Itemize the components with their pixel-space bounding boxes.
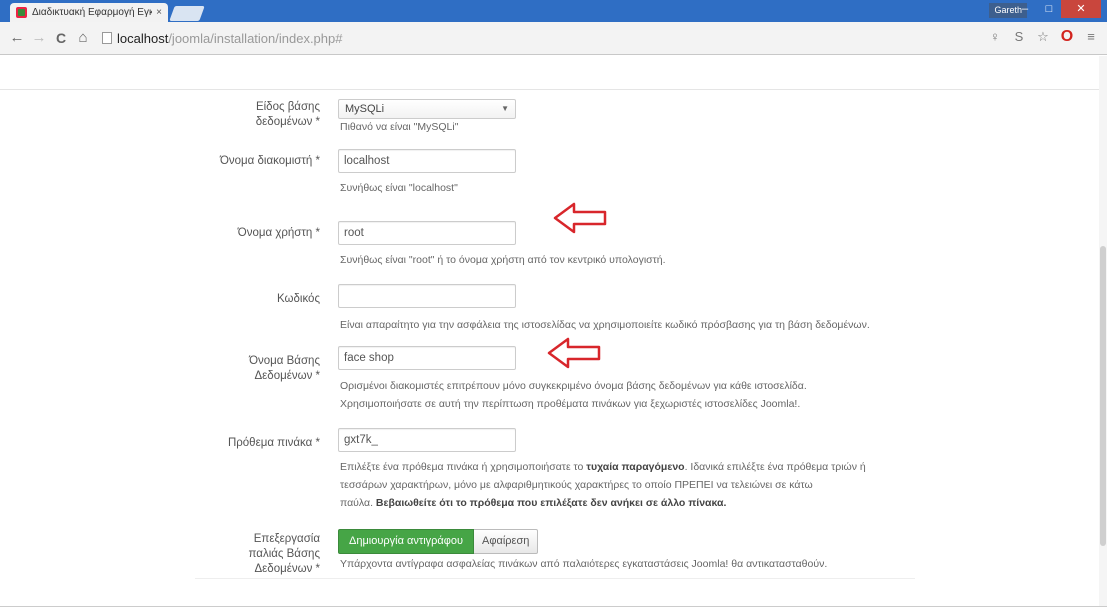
opera-icon[interactable]: O (1059, 28, 1075, 46)
host-input[interactable]: localhost (338, 149, 516, 173)
prefix-label: Πρόθεμα πινάκα * (227, 437, 320, 449)
username-label: Όνομα χρήστη * (237, 227, 320, 239)
joomla-favicon-icon (16, 7, 27, 18)
back-button[interactable]: ← (8, 28, 26, 48)
scrollbar[interactable] (1099, 56, 1107, 606)
browser-toolbar: ← → C ⌂ localhost /joomla/installation/i… (0, 22, 1107, 55)
address-bar[interactable]: localhost /joomla/installation/index.php… (102, 31, 342, 46)
prefix-help-1b: τυχαία παραγόμενο (586, 461, 685, 473)
username-input[interactable]: root (338, 221, 516, 245)
scrollbar-thumb[interactable] (1100, 246, 1106, 546)
divider (0, 89, 1107, 90)
db-type-label: Είδος βάσης δεδομένων * (255, 101, 320, 128)
new-tab-button[interactable] (169, 6, 205, 21)
close-window-button[interactable]: ✕ (1061, 0, 1101, 18)
host-label: Όνομα διακομιστή * (219, 155, 320, 167)
remove-button[interactable]: Αφαίρεση (474, 529, 539, 554)
bookmark-star-icon[interactable]: ☆ (1035, 28, 1051, 46)
backup-button[interactable]: Δημιουργία αντιγράφου (338, 529, 475, 554)
url-path: /joomla/installation/index.php# (168, 30, 343, 46)
host-help: Συνήθως είναι "localhost" (340, 182, 458, 194)
old-db-toggle: Δημιουργία αντιγράφου Αφαίρεση (338, 529, 539, 554)
prefix-help-3: παύλα. Βεβαιωθείτε ότι το πρόθεμα που επ… (340, 495, 726, 511)
db-type-select[interactable]: MySQLi ▼ (338, 99, 516, 119)
old-db-label: Επεξεργασία παλιάς Βάσης Δεδομένων * (248, 533, 320, 575)
annotation-arrow-icon (553, 202, 607, 234)
chevron-down-icon: ▼ (501, 104, 509, 113)
db-name-label: Όνομα Βάσης Δεδομένων * (249, 355, 320, 382)
menu-icon[interactable]: ≡ (1083, 28, 1099, 46)
tab-close-icon[interactable]: × (156, 7, 162, 18)
db-type-help: Πιθανό να είναι "MySQLi" (340, 121, 459, 133)
password-label: Κωδικός (276, 293, 320, 305)
minimize-button[interactable]: – (1013, 0, 1037, 18)
annotation-arrow-icon (547, 337, 601, 369)
db-name-help-2: Χρησιμοποιήσατε σε αυτή την περίπτωση πρ… (340, 398, 801, 410)
prefix-input[interactable]: gxt7k_ (338, 428, 516, 452)
db-name-input[interactable]: face shop (338, 346, 516, 370)
username-help: Συνήθως είναι "root" ή το όνομα χρήστη α… (340, 254, 666, 266)
forward-button[interactable]: → (30, 28, 48, 48)
window-controls: – □ ✕ (1013, 0, 1101, 20)
db-type-value: MySQLi (345, 103, 385, 115)
prefix-help-1: Επιλέξτε ένα πρόθεμα πινάκα ή χρησιμοποι… (340, 459, 866, 475)
prefix-help-1c: . Ιδανικά επιλέξτε ένα πρόθεμα τριών ή (684, 461, 866, 473)
db-name-help-1: Ορισμένοι διακομιστές επιτρέπουν μόνο συ… (340, 380, 807, 392)
prefix-help-3a: παύλα. (340, 497, 376, 509)
prefix-help-2: τεσσάρων χαρακτήρων, μόνο με αλφαριθμητι… (340, 479, 813, 491)
divider (195, 578, 915, 579)
password-input[interactable] (338, 284, 516, 308)
extension-icon[interactable]: ♀ (987, 28, 1003, 46)
url-host: localhost (117, 30, 169, 46)
prefix-help-3b: Βεβαιωθείτε ότι το πρόθεμα που επιλέξατε… (375, 497, 727, 509)
old-db-help: Υπάρχοντα αντίγραφα ασφαλείας πινάκων απ… (340, 558, 828, 570)
password-help: Είναι απαραίτητο για την ασφάλεια της ισ… (340, 319, 870, 331)
browser-tab[interactable]: Διαδικτυακή Εφαρμογή Εγκ × (10, 3, 168, 22)
browser-titlebar: Διαδικτυακή Εφαρμογή Εγκ × Gareth – □ ✕ (0, 0, 1107, 22)
tab-title: Διαδικτυακή Εφαρμογή Εγκ (32, 7, 153, 18)
reload-button[interactable]: C (52, 28, 70, 48)
extension-s-icon[interactable]: S (1011, 28, 1027, 46)
prefix-help-1a: Επιλέξτε ένα πρόθεμα πινάκα ή χρησιμοποι… (340, 461, 587, 473)
home-button[interactable]: ⌂ (74, 28, 92, 48)
page-content: Είδος βάσης δεδομένων * MySQLi ▼ Πιθανό … (0, 56, 1107, 607)
maximize-button[interactable]: □ (1037, 0, 1061, 18)
page-icon (102, 32, 112, 44)
